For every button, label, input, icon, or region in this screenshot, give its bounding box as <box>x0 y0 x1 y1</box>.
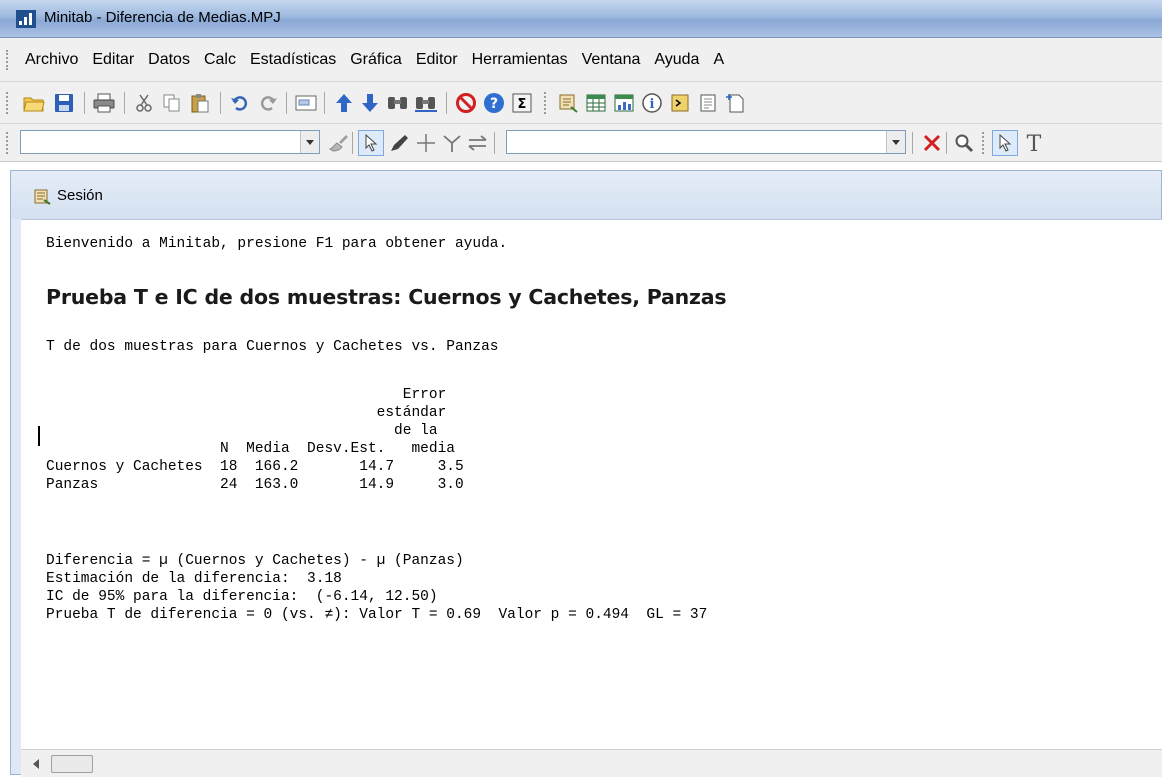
session-icon <box>34 189 51 205</box>
show-worksheets-icon[interactable] <box>584 91 608 115</box>
table-header-line: Error <box>46 387 447 403</box>
print-icon[interactable] <box>92 91 116 115</box>
size-combo[interactable] <box>506 130 906 154</box>
session-title: Sesión <box>57 187 103 204</box>
table-row: Cuernos y Cachetes 18 166.2 14.7 3.5 <box>46 459 464 475</box>
result-line: Prueba T de diferencia = 0 (vs. ≠): Valo… <box>46 607 708 623</box>
toolbar-separator <box>912 132 913 154</box>
toolbar-grip[interactable] <box>544 92 550 114</box>
cancel-icon[interactable] <box>454 91 478 115</box>
paste-icon[interactable] <box>188 91 212 115</box>
svg-text:Σ: Σ <box>518 97 527 112</box>
find-next-icon[interactable] <box>414 91 438 115</box>
toolbar-separator <box>324 92 325 114</box>
toolbar-separator <box>124 92 125 114</box>
brush-select-icon[interactable] <box>440 131 464 155</box>
text-tool-icon[interactable]: T <box>1022 131 1046 155</box>
editor-toolbar: T <box>0 124 1162 162</box>
open-folder-icon[interactable] <box>22 91 46 115</box>
pen-icon[interactable] <box>388 131 412 155</box>
menu-herramientas[interactable]: Herramientas <box>465 49 575 71</box>
menu-editor[interactable]: Editor <box>409 49 465 71</box>
delete-x-icon[interactable] <box>920 131 944 155</box>
redo-icon[interactable] <box>256 91 280 115</box>
toolbar-separator <box>352 132 353 154</box>
crosshair-icon[interactable] <box>414 131 438 155</box>
menu-a[interactable]: A <box>706 49 731 71</box>
scroll-thumb[interactable] <box>51 755 93 773</box>
result-line: Diferencia = µ (Cuernos y Cachetes) - µ … <box>46 553 464 569</box>
svg-text:T: T <box>1027 132 1042 154</box>
sigma-icon[interactable]: Σ <box>510 91 534 115</box>
arrow-down-icon[interactable] <box>358 91 382 115</box>
svg-text:?: ? <box>490 96 498 112</box>
toolbar-separator <box>446 92 447 114</box>
help-icon[interactable]: ? <box>482 91 506 115</box>
menu-bar: Archivo Editar Datos Calc Estadísticas G… <box>0 38 1162 82</box>
new-document-icon[interactable] <box>724 91 748 115</box>
analysis-subtitle: T de dos muestras para Cuernos y Cachete… <box>46 339 499 355</box>
table-row: Panzas 24 163.0 14.9 3.0 <box>46 477 464 493</box>
edit-last-dialog-icon[interactable] <box>294 91 318 115</box>
copy-icon[interactable] <box>160 91 184 115</box>
toolbar-grip[interactable] <box>6 132 12 154</box>
cut-icon[interactable] <box>132 91 156 115</box>
minitab-logo-icon <box>16 10 36 28</box>
menu-ventana[interactable]: Ventana <box>575 49 648 71</box>
text-caret <box>38 426 40 446</box>
menu-calc[interactable]: Calc <box>197 49 243 71</box>
window-title: Minitab - Diferencia de Medias.MPJ <box>44 9 281 26</box>
result-line: Estimación de la diferencia: 3.18 <box>46 571 342 587</box>
toolbar-separator <box>286 92 287 114</box>
history-icon[interactable] <box>668 91 692 115</box>
toolbar-grip[interactable] <box>982 132 988 154</box>
report-pad-icon[interactable] <box>696 91 720 115</box>
horizontal-scrollbar[interactable] <box>21 749 1162 777</box>
result-line: IC de 95% para la diferencia: (-6.14, 12… <box>46 589 438 605</box>
select-arrow-icon[interactable] <box>992 130 1018 156</box>
analysis-heading: Prueba T e IC de dos muestras: Cuernos y… <box>46 285 727 309</box>
show-graphs-icon[interactable] <box>612 91 636 115</box>
font-combo[interactable] <box>20 130 320 154</box>
swap-arrows-icon[interactable] <box>466 131 490 155</box>
toolbar-grip[interactable] <box>6 92 12 114</box>
undo-icon[interactable] <box>228 91 252 115</box>
welcome-text: Bienvenido a Minitab, presione F1 para o… <box>46 236 508 252</box>
find-icon[interactable] <box>386 91 410 115</box>
menu-archivo[interactable]: Archivo <box>18 49 85 71</box>
toolbar-separator <box>220 92 221 114</box>
menu-ayuda[interactable]: Ayuda <box>647 49 706 71</box>
table-header-line: N Media Desv.Est. media <box>46 441 455 457</box>
menu-estadisticas[interactable]: Estadísticas <box>243 49 343 71</box>
menu-datos[interactable]: Datos <box>141 49 197 71</box>
show-session-icon[interactable] <box>556 91 580 115</box>
toolbar-separator <box>84 92 85 114</box>
info-icon[interactable]: i <box>640 91 664 115</box>
menubar-grip[interactable] <box>6 50 12 70</box>
session-header: Sesión <box>11 171 1161 219</box>
scroll-left-icon[interactable] <box>33 759 39 769</box>
save-icon[interactable] <box>52 91 76 115</box>
select-arrow-icon[interactable] <box>358 130 384 156</box>
arrow-up-icon[interactable] <box>332 91 356 115</box>
chevron-down-icon[interactable] <box>300 131 319 153</box>
menu-editar[interactable]: Editar <box>85 49 141 71</box>
svg-text:i: i <box>650 97 655 112</box>
brush-icon[interactable] <box>326 131 350 155</box>
menu-grafica[interactable]: Gráfica <box>343 49 409 71</box>
standard-toolbar: ? Σ i <box>0 82 1162 124</box>
table-header-line: estándar <box>46 405 447 421</box>
title-bar: Minitab - Diferencia de Medias.MPJ <box>0 0 1162 38</box>
toolbar-separator <box>494 132 495 154</box>
menu-items: Archivo Editar Datos Calc Estadísticas G… <box>18 49 731 71</box>
table-header-line: de la <box>46 423 438 439</box>
chevron-down-icon[interactable] <box>886 131 905 153</box>
zoom-icon[interactable] <box>952 131 976 155</box>
toolbar-separator <box>946 132 947 154</box>
